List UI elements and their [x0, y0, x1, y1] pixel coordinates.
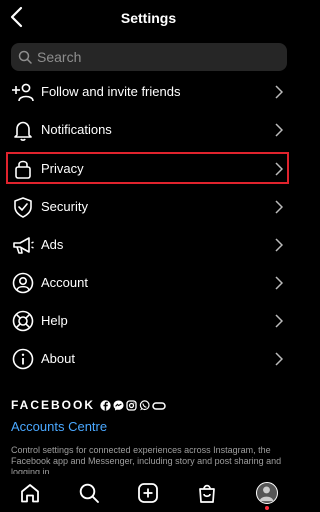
lock-icon: [15, 160, 31, 179]
menu-item-label: Follow and invite friends: [41, 84, 181, 99]
facebook-icon: [100, 398, 111, 411]
home-icon[interactable]: [19, 482, 41, 504]
menu-item-account[interactable]: Account: [0, 265, 297, 301]
notification-dot: [265, 506, 269, 510]
chevron-right-icon: [275, 276, 283, 290]
menu-item-ads[interactable]: Ads: [0, 227, 297, 263]
menu-item-follow[interactable]: Follow and invite friends: [0, 74, 297, 110]
menu-item-label: Privacy: [41, 161, 84, 176]
menu-item-label: Security: [41, 199, 88, 214]
chevron-right-icon: [275, 162, 283, 176]
create-icon[interactable]: [137, 482, 159, 504]
menu-item-label: About: [41, 351, 75, 366]
chevron-right-icon: [275, 238, 283, 252]
person-circle-icon: [12, 272, 34, 294]
chevron-right-icon: [275, 352, 283, 366]
menu-item-label: Ads: [41, 237, 64, 252]
add-person-icon: [12, 83, 34, 102]
page-title: Settings: [120, 10, 177, 26]
oculus-icon: [152, 398, 166, 410]
avatar-icon: [259, 486, 274, 502]
menu-item-label: Account: [41, 275, 88, 290]
menu-item-help[interactable]: Help: [0, 303, 297, 339]
profile-avatar[interactable]: [256, 482, 278, 504]
menu-item-security[interactable]: Security: [0, 189, 297, 225]
lifebuoy-icon: [12, 310, 34, 332]
bottom-nav: [0, 474, 297, 512]
search-bar[interactable]: [11, 43, 287, 71]
messenger-icon: [113, 398, 124, 411]
search-input[interactable]: [37, 43, 277, 71]
search-icon[interactable]: [78, 482, 100, 504]
menu-item-notifications[interactable]: Notifications: [0, 112, 297, 148]
megaphone-icon: [13, 237, 34, 254]
menu-item-label: Help: [41, 313, 68, 328]
search-icon: [18, 50, 32, 64]
chevron-right-icon: [275, 85, 283, 99]
bell-icon: [14, 121, 32, 141]
chevron-right-icon: [275, 314, 283, 328]
chevron-right-icon: [275, 200, 283, 214]
shop-icon[interactable]: [196, 482, 218, 504]
header: Settings: [0, 0, 297, 36]
accounts-centre-link[interactable]: Accounts Centre: [11, 419, 107, 434]
shield-check-icon: [14, 197, 32, 218]
menu-item-about[interactable]: About: [0, 341, 297, 377]
chevron-right-icon: [275, 123, 283, 137]
facebook-brand: FACEBOOK: [11, 398, 96, 412]
menu-item-label: Notifications: [41, 122, 112, 137]
info-icon: [12, 348, 34, 370]
instagram-icon: [126, 398, 137, 411]
meta-apps-icons: [100, 398, 166, 411]
whatsapp-icon: [139, 398, 150, 411]
menu-item-privacy[interactable]: Privacy: [0, 151, 297, 187]
